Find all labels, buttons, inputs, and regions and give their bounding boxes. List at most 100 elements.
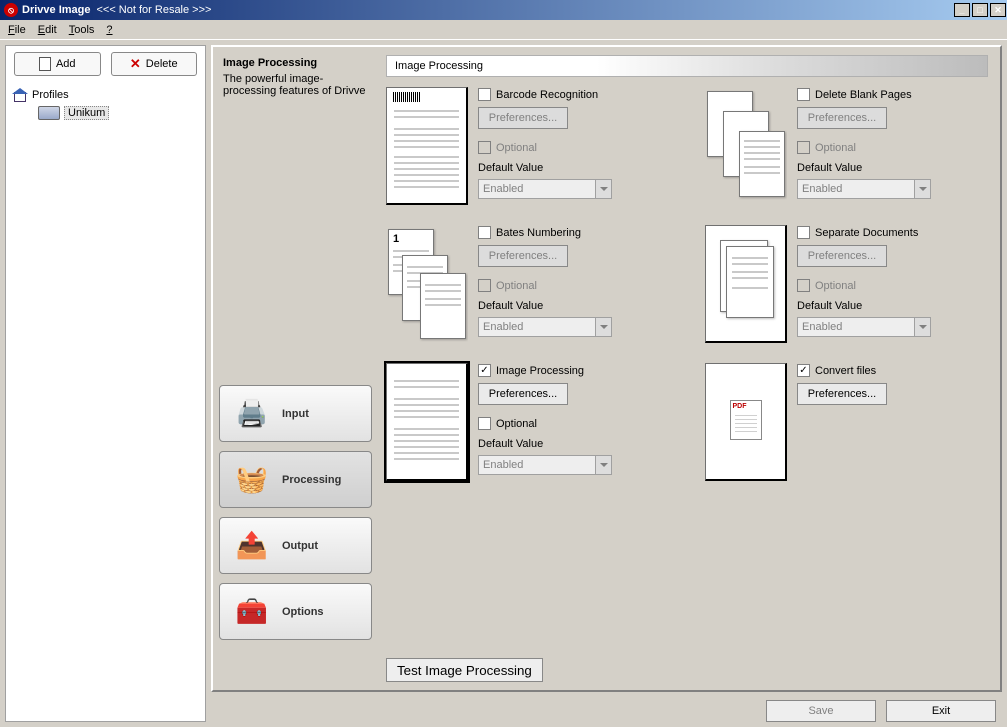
delete-icon: ✕ [130, 56, 141, 72]
section-header: Image Processing [386, 55, 988, 77]
convert-pref-button[interactable]: Preferences... [797, 383, 887, 405]
delete-label: Delete [146, 58, 178, 70]
convert-label: Convert files [815, 365, 876, 377]
delete-blank-optional-label: Optional [815, 142, 856, 154]
scanner-icon [38, 106, 60, 120]
chevron-down-icon [595, 456, 611, 474]
output-icon: 📤 [232, 526, 272, 566]
separate-label: Separate Documents [815, 227, 918, 239]
delete-blank-pref-button: Preferences... [797, 107, 887, 129]
separate-optional-label: Optional [815, 280, 856, 292]
bates-pref-button: Preferences... [478, 245, 568, 267]
menu-file[interactable]: File [8, 24, 26, 36]
barcode-checkbox[interactable] [478, 88, 491, 101]
bates-checkbox[interactable] [478, 226, 491, 239]
app-title: Drivve Image [22, 4, 90, 16]
menubar: File Edit Tools ? [0, 20, 1007, 40]
title-suffix: <<< Not for Resale >>> [96, 4, 211, 16]
imageproc-checkbox[interactable] [478, 364, 491, 377]
main-panel: Image Processing The powerful image-proc… [211, 45, 1002, 692]
option-barcode: Barcode Recognition Preferences... Optio… [386, 87, 669, 205]
option-separate: Separate Documents Preferences... Option… [705, 225, 988, 343]
titlebar: ⦸ Drivve Image <<< Not for Resale >>> _ … [0, 0, 1007, 20]
bates-thumb: 1 [386, 225, 468, 343]
add-label: Add [56, 58, 76, 70]
nav-options[interactable]: 🧰 Options [219, 583, 372, 640]
delete-blank-default-combo: Enabled [797, 179, 931, 199]
delete-blank-thumb [705, 87, 787, 205]
separate-checkbox[interactable] [797, 226, 810, 239]
nav-options-label: Options [282, 606, 324, 618]
barcode-thumb [386, 87, 468, 205]
options-icon: 🧰 [232, 592, 272, 632]
nav-processing-label: Processing [282, 474, 341, 486]
delete-blank-checkbox[interactable] [797, 88, 810, 101]
convert-checkbox[interactable] [797, 364, 810, 377]
option-convert: Convert files Preferences... [705, 363, 988, 481]
option-bates: 1 [386, 225, 669, 343]
nav-input-label: Input [282, 408, 309, 420]
tree-item-unikum[interactable]: Unikum [38, 104, 199, 122]
maximize-button[interactable]: □ [972, 3, 988, 17]
delete-blank-label: Delete Blank Pages [815, 89, 912, 101]
delete-blank-optional-checkbox [797, 141, 810, 154]
imageproc-default-combo: Enabled [478, 455, 612, 475]
menu-tools[interactable]: Tools [69, 24, 95, 36]
separate-thumb [705, 225, 787, 343]
new-doc-icon [39, 57, 51, 71]
separate-default-label: Default Value [797, 300, 988, 312]
barcode-optional-checkbox [478, 141, 491, 154]
imageproc-thumb [386, 363, 468, 481]
processing-icon: 🧺 [232, 460, 272, 500]
menu-edit[interactable]: Edit [38, 24, 57, 36]
nav-output[interactable]: 📤 Output [219, 517, 372, 574]
tree-root[interactable]: Profiles [12, 86, 199, 104]
barcode-pref-button: Preferences... [478, 107, 568, 129]
menu-help[interactable]: ? [106, 24, 112, 36]
printer-icon: 🖨️ [232, 394, 272, 434]
chevron-down-icon [595, 318, 611, 336]
nav-output-label: Output [282, 540, 318, 552]
home-icon [12, 88, 28, 102]
delete-button[interactable]: ✕ Delete [111, 52, 198, 76]
separate-pref-button: Preferences... [797, 245, 887, 267]
profile-tree: Profiles Unikum [6, 82, 205, 126]
chevron-down-icon [914, 318, 930, 336]
imageproc-pref-button[interactable]: Preferences... [478, 383, 568, 405]
separate-optional-checkbox [797, 279, 810, 292]
bates-default-combo: Enabled [478, 317, 612, 337]
convert-thumb [705, 363, 787, 481]
bates-optional-label: Optional [496, 280, 537, 292]
barcode-default-label: Default Value [478, 162, 669, 174]
tree-item-label: Unikum [64, 106, 109, 120]
section-header-label: Image Processing [395, 60, 483, 72]
barcode-label: Barcode Recognition [496, 89, 598, 101]
app-icon: ⦸ [4, 3, 18, 17]
delete-blank-default-label: Default Value [797, 162, 988, 174]
barcode-default-combo: Enabled [478, 179, 612, 199]
option-imageproc: Image Processing Preferences... Optional… [386, 363, 669, 481]
chevron-down-icon [914, 180, 930, 198]
nav-input[interactable]: 🖨️ Input [219, 385, 372, 442]
panel-info-desc: The powerful image-processing features o… [223, 73, 368, 97]
minimize-button[interactable]: _ [954, 3, 970, 17]
chevron-down-icon [595, 180, 611, 198]
option-delete-blank: Delete Blank Pages Preferences... Option… [705, 87, 988, 205]
save-button: Save [766, 700, 876, 722]
add-button[interactable]: Add [14, 52, 101, 76]
bates-label: Bates Numbering [496, 227, 581, 239]
test-image-processing-button[interactable]: Test Image Processing [386, 658, 543, 682]
sidebar: Add ✕ Delete Profiles Unikum [5, 45, 206, 722]
imageproc-optional-label: Optional [496, 418, 537, 430]
imageproc-optional-checkbox[interactable] [478, 417, 491, 430]
imageproc-label: Image Processing [496, 365, 584, 377]
exit-button[interactable]: Exit [886, 700, 996, 722]
nav-processing[interactable]: 🧺 Processing [219, 451, 372, 508]
imageproc-default-label: Default Value [478, 438, 669, 450]
panel-info: Image Processing The powerful image-proc… [213, 47, 378, 107]
close-button[interactable]: ✕ [990, 3, 1006, 17]
pdf-icon [730, 400, 762, 440]
tree-root-label: Profiles [32, 89, 69, 101]
bates-optional-checkbox [478, 279, 491, 292]
panel-info-title: Image Processing [223, 57, 368, 69]
